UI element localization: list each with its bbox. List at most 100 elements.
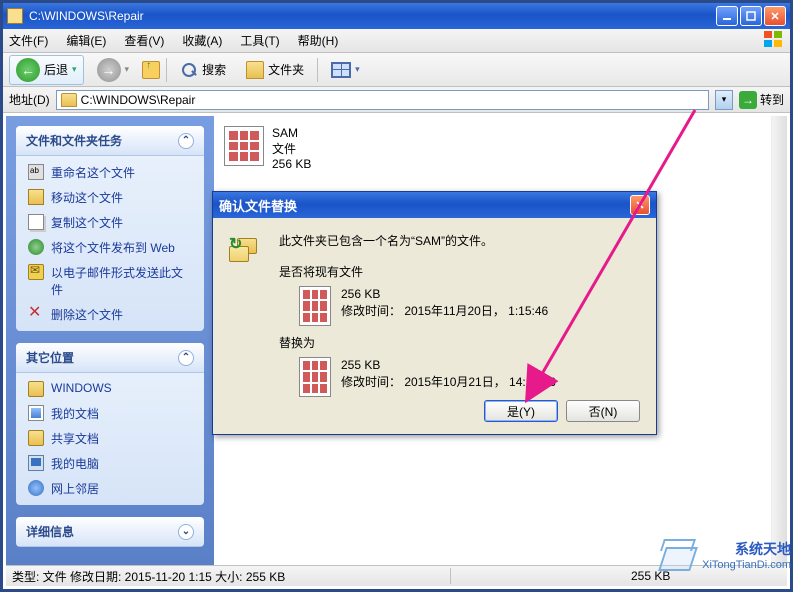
folders-button[interactable]: 文件夹 [239,58,311,82]
mail-icon [28,264,44,280]
task-label: 以电子邮件形式发送此文件 [51,264,192,298]
place-windows[interactable]: WINDOWS [28,381,192,397]
details-panel-header[interactable]: 详细信息 ⌄ [16,517,204,547]
task-move[interactable]: 移动这个文件 [28,189,192,206]
place-label: 共享文档 [51,430,99,447]
new-size: 255 KB [341,357,556,374]
file-icon [299,286,331,326]
file-size: 256 KB [272,157,311,173]
address-input[interactable]: C:\WINDOWS\Repair [56,90,709,110]
details-panel: 详细信息 ⌄ [16,517,204,547]
place-network[interactable]: 网上邻居 [28,480,192,497]
task-label: 重命名这个文件 [51,164,135,181]
document-icon [28,405,44,421]
windows-logo-icon [764,31,784,49]
status-left: 类型: 文件 修改日期: 2015-11-20 1:15 大小: 255 KB [12,568,450,585]
replace-icon: ↻ [227,232,259,264]
details-title: 详细信息 [26,523,74,540]
go-button[interactable]: → 转到 [739,91,784,109]
maximize-button[interactable] [740,6,762,26]
existing-file: 256 KB 修改时间： 2015年11月20日， 1:15:46 [299,286,640,326]
window-titlebar: C:\WINDOWS\Repair [3,3,790,29]
dialog-close-button[interactable] [630,195,650,215]
address-dropdown[interactable]: ▾ [715,90,733,110]
expand-icon: ⌄ [178,524,194,540]
views-icon [331,62,351,78]
folder-icon [28,381,44,397]
views-button[interactable]: ▾ [324,59,367,81]
delete-icon: ✕ [28,306,44,322]
search-icon [180,61,198,79]
close-button[interactable] [764,6,786,26]
dialog-question: 是否将现有文件 [279,263,640,280]
place-shared[interactable]: 共享文档 [28,430,192,447]
file-type: 文件 [272,142,311,158]
file-name: SAM [272,126,311,142]
shared-folder-icon [28,430,44,446]
watermark-logo-icon [654,533,698,577]
place-mydocs[interactable]: 我的文档 [28,405,192,422]
web-icon [28,239,44,255]
folders-label: 文件夹 [268,61,304,78]
confirm-replace-dialog: 确认文件替换 ↻ 此文件夹已包含一个名为“SAM”的文件。 是否将现有文件 25… [212,191,657,435]
go-arrow-icon: → [739,91,757,109]
places-panel: 其它位置 ⌃ WINDOWS 我的文档 共享文档 我的电脑 网上邻居 [16,343,204,505]
place-label: 网上邻居 [51,480,99,497]
computer-icon [28,455,44,471]
collapse-icon: ⌃ [178,350,194,366]
file-info: SAM 文件 256 KB [272,126,311,173]
toolbar: ← 后退 ▾ → ▾ 搜索 文件夹 ▾ [3,53,790,87]
task-label: 移动这个文件 [51,189,123,206]
new-file: 255 KB 修改时间： 2015年10月21日， 14:13:13 [299,357,640,397]
task-publish-web[interactable]: 将这个文件发布到 Web [28,239,192,256]
minimize-button[interactable] [716,6,738,26]
file-item-sam[interactable]: SAM 文件 256 KB [224,126,777,173]
file-icon [224,126,264,166]
places-panel-header[interactable]: 其它位置 ⌃ [16,343,204,373]
tasks-panel: 文件和文件夹任务 ⌃ 重命名这个文件 移动这个文件 复制这个文件 将这个文件发布… [16,126,204,331]
address-value: C:\WINDOWS\Repair [81,93,196,107]
no-button[interactable]: 否(N) [566,400,640,422]
menu-favorites[interactable]: 收藏(A) [182,32,222,49]
menu-file[interactable]: 文件(F) [9,32,48,49]
watermark-url: XiTongTianDi.com [702,559,791,571]
task-delete[interactable]: ✕ 删除这个文件 [28,306,192,323]
place-label: 我的电脑 [51,455,99,472]
place-mypc[interactable]: 我的电脑 [28,455,192,472]
menu-edit[interactable]: 编辑(E) [66,32,106,49]
task-rename[interactable]: 重命名这个文件 [28,164,192,181]
copy-icon [28,214,44,230]
yes-button[interactable]: 是(Y) [484,400,558,422]
task-email[interactable]: 以电子邮件形式发送此文件 [28,264,192,298]
address-label: 地址(D) [9,91,50,108]
address-bar: 地址(D) C:\WINDOWS\Repair ▾ → 转到 [3,87,790,113]
file-icon [299,357,331,397]
menu-help[interactable]: 帮助(H) [298,32,339,49]
forward-button[interactable]: → ▾ [90,55,137,85]
menu-view[interactable]: 查看(V) [124,32,164,49]
vertical-scrollbar[interactable] [771,116,787,565]
tasks-panel-header[interactable]: 文件和文件夹任务 ⌃ [16,126,204,156]
sidebar: 文件和文件夹任务 ⌃ 重命名这个文件 移动这个文件 复制这个文件 将这个文件发布… [6,116,214,565]
task-label: 复制这个文件 [51,214,123,231]
tasks-title: 文件和文件夹任务 [26,132,122,149]
task-label: 删除这个文件 [51,306,123,323]
go-label: 转到 [760,91,784,108]
search-label: 搜索 [202,61,226,78]
folder-icon [61,93,77,107]
menu-tools[interactable]: 工具(T) [240,32,279,49]
search-button[interactable]: 搜索 [173,58,233,82]
folders-icon [246,61,264,79]
toolbar-divider [317,58,318,82]
toolbar-divider [166,58,167,82]
back-button[interactable]: ← 后退 ▾ [9,55,84,85]
place-label: WINDOWS [51,381,112,395]
move-icon [28,189,44,205]
up-button[interactable] [142,61,160,79]
rename-icon [28,164,44,180]
task-copy[interactable]: 复制这个文件 [28,214,192,231]
existing-modified: 修改时间： 2015年11月20日， 1:15:46 [341,303,548,320]
collapse-icon: ⌃ [178,133,194,149]
dialog-message: 此文件夹已包含一个名为“SAM”的文件。 [279,232,640,249]
new-modified: 修改时间： 2015年10月21日， 14:13:13 [341,374,556,391]
